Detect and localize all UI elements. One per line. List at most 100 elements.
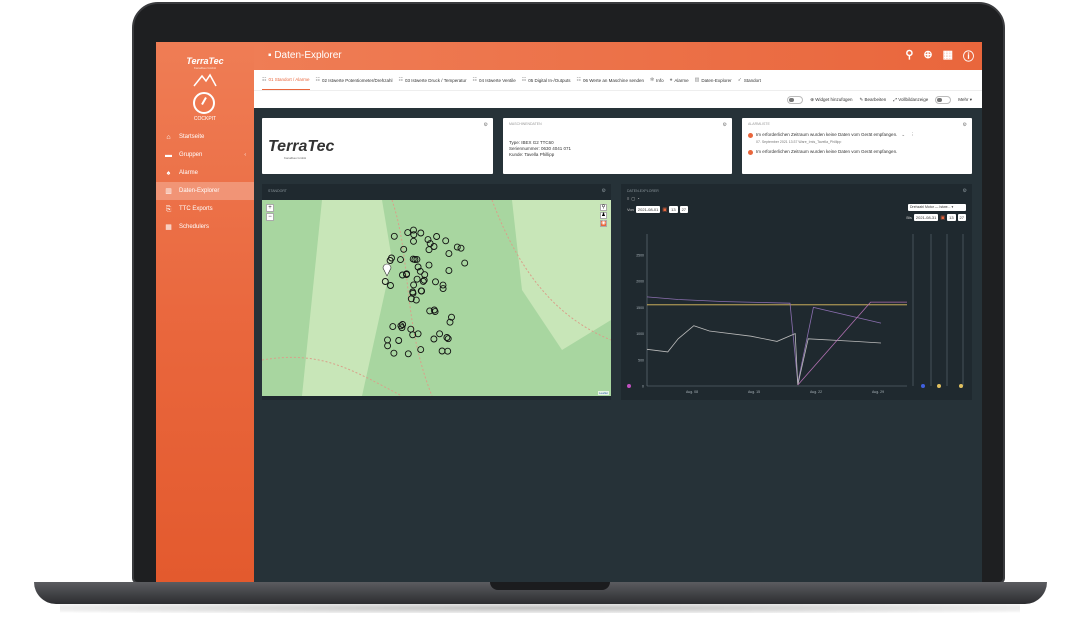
gear-icon[interactable]: ⚙ xyxy=(963,188,967,194)
sidebar-item-alarme[interactable]: ♠ Alarme xyxy=(156,164,254,182)
cockpit-label[interactable]: COCKPIT xyxy=(156,116,254,122)
y-tick-label: 1500 xyxy=(636,306,644,310)
tab-druck-temperatur[interactable]: ☷ 03 Istwerte Druck / Temperatur xyxy=(399,70,467,90)
y-tick-label: 2500 xyxy=(636,253,644,257)
tab-werte-senden[interactable]: ☷ 06 Werte an Maschine senden xyxy=(577,70,644,90)
series-line-2 xyxy=(646,325,882,386)
alarm-item[interactable]: Im erforderlichen Zeitraum wurden keine … xyxy=(742,147,972,157)
alarm-item[interactable]: Im erforderlichen Zeitraum wurden keine … xyxy=(742,130,972,140)
sidebar-logo-subtitle: Kanalbau GmbH xyxy=(193,66,217,70)
bell-icon: ♠ xyxy=(166,169,171,177)
tab-label: 02 Istwerte Potentiometer/Drehzahl xyxy=(322,77,393,83)
from-date-input[interactable]: 2021-08-01 xyxy=(635,206,661,213)
data-explorer-widget: DATEN-EXPLORER ⚙ ≡ ▢ ◔ Von 2021-08-01 ▣ … xyxy=(621,184,972,400)
sidebar-logo[interactable]: TerraTec xyxy=(156,56,254,66)
logo-mark-icon xyxy=(193,73,217,87)
tab-label: Info xyxy=(656,77,664,83)
tab-digital-io[interactable]: ☷ 05 Digital In-/Outputs xyxy=(522,70,571,90)
to-date-input[interactable]: 2021-08-31 xyxy=(913,214,939,221)
tab-label: Standort xyxy=(743,77,761,83)
tab-info[interactable]: ✻ Info xyxy=(650,70,664,90)
edit-mode-toggle[interactable] xyxy=(787,95,804,104)
cockpit-gauge-icon[interactable] xyxy=(193,92,215,114)
location-pin-icon[interactable]: ⚲ xyxy=(600,204,607,211)
to-hour-input[interactable]: 13 xyxy=(947,214,956,221)
app-screen: TerraTec Kanalbau GmbH COCKPIT ⌂ Startse… xyxy=(156,42,982,582)
gear-icon[interactable]: ⚙ xyxy=(963,122,967,128)
fullscreen-button[interactable]: ⤢ Vollbildanzeige xyxy=(893,97,928,102)
chevron-down-icon[interactable]: ⌄ xyxy=(901,132,905,138)
sidebar-item-label: Schedulers xyxy=(179,224,210,230)
line-mode-icon[interactable]: ≡ xyxy=(627,196,629,201)
sidebar-item-label: Alarme xyxy=(179,170,199,176)
fullscreen-label: Vollbildanzeige xyxy=(898,97,929,102)
clock-icon[interactable]: ◔ xyxy=(637,196,639,201)
edit-button[interactable]: ✎ Bearbeiten xyxy=(860,97,887,103)
widget-title: DATEN-EXPLORER xyxy=(627,189,659,193)
map-widget: STANDORT ⚙ + − ⚲ ♟ ◉ Leaflet xyxy=(262,184,611,400)
gear-icon[interactable]: ⚙ xyxy=(602,188,606,194)
x-tick-label: Aug. 29 xyxy=(872,390,884,394)
gear-icon[interactable]: ⚙ xyxy=(484,122,488,128)
tab-label: 03 Istwerte Druck / Temperatur xyxy=(405,77,467,83)
widget-title: ALARMLISTE xyxy=(748,122,770,126)
sidebar-item-gruppen[interactable]: ▬ Gruppen ‹ xyxy=(156,146,254,164)
axis-handle-dot xyxy=(937,384,941,388)
grid-icon: ☷ xyxy=(315,77,320,83)
axis-handle-dot xyxy=(921,384,925,388)
folder-icon: ▬ xyxy=(165,151,172,159)
add-circle-icon[interactable]: ⊕ xyxy=(923,48,932,64)
explorer-chart[interactable]: 0 500 1000 1500 2000 2500 Aug. 08 Aug. 15 Aug. 2… xyxy=(621,226,972,398)
sidebar-item-schedulers[interactable]: ▦ Schedulers xyxy=(156,218,254,236)
tab-standort[interactable]: ➶ Standort xyxy=(738,70,761,90)
zoom-in-button[interactable]: + xyxy=(266,204,274,212)
zoom-out-button[interactable]: − xyxy=(266,213,274,221)
fullscreen-toggle[interactable] xyxy=(935,95,952,104)
add-widget-button[interactable]: ⊕ Widget hinzufügen xyxy=(810,97,852,103)
tab-alarme[interactable]: ♠ Alarme xyxy=(670,70,689,90)
alarm-meta: 07. September 2021 13:37 Ware_Irnis_Tave… xyxy=(756,140,842,144)
calendar-icon[interactable]: ▢ xyxy=(631,196,635,201)
from-label: Von xyxy=(627,207,634,212)
top-bar: ▪ Daten-Explorer ⚲ ⊕ ▦ ⓘ xyxy=(254,42,982,70)
tab-standort-alarme[interactable]: ☷ 01 Standort / Alarme xyxy=(262,70,310,90)
sidebar-item-label: TTC Exports xyxy=(179,206,213,212)
to-minute-input[interactable]: 27 xyxy=(957,214,966,221)
more-vert-icon[interactable]: ⋮ xyxy=(910,132,915,138)
alarm-text: Im erforderlichen Zeitraum wurden keine … xyxy=(756,149,898,154)
person-icon[interactable]: ♟ xyxy=(600,212,607,219)
map-attribution[interactable]: Leaflet xyxy=(597,391,609,395)
tab-potentiometer[interactable]: ☷ 02 Istwerte Potentiometer/Drehzahl xyxy=(316,70,393,90)
sidebar-item-label: Daten-Explorer xyxy=(179,188,220,194)
tab-label: Alarme xyxy=(674,77,689,83)
sidebar-nav: ⌂ Startseite ▬ Gruppen ‹ ♠ Alarme ▥ Date… xyxy=(156,128,254,236)
logo-widget: ⚙ TerraTec Kanalbau GmbH xyxy=(262,118,493,174)
sidebar-item-daten-explorer[interactable]: ▥ Daten-Explorer xyxy=(156,182,254,200)
y-tick-label: 0 xyxy=(642,385,644,389)
tab-ventile[interactable]: ☷ 04 Istwerte Ventile xyxy=(472,70,515,90)
account-icon[interactable]: ⓘ xyxy=(963,48,974,64)
more-menu-button[interactable]: Mehr ▾ xyxy=(958,97,972,103)
alarm-text: Im erforderlichen Zeitraum wurden keine … xyxy=(756,132,898,137)
brand-logo: TerraTec xyxy=(268,138,335,155)
gear-icon[interactable]: ⚙ xyxy=(723,122,727,128)
x-tick-label: Aug. 08 xyxy=(686,390,698,394)
from-hour-input[interactable]: 13 xyxy=(669,206,678,213)
more-label: Mehr xyxy=(958,96,969,102)
search-icon[interactable]: ⚲ xyxy=(905,48,913,64)
sidebar-item-ttc-exports[interactable]: ⎘ TTC Exports xyxy=(156,200,254,218)
from-minute-input[interactable]: 27 xyxy=(679,206,689,213)
series-line-1 xyxy=(646,296,882,383)
laptop-shadow xyxy=(60,603,1020,613)
map-canvas[interactable]: + − ⚲ ♟ ◉ Leaflet xyxy=(262,200,611,396)
tab-daten-explorer[interactable]: ▥ Daten-Explorer xyxy=(695,70,732,90)
sidebar-item-startseite[interactable]: ⌂ Startseite xyxy=(156,128,254,146)
chevron-left-icon: ‹ xyxy=(244,152,246,158)
calendar-icon[interactable]: ▣ xyxy=(940,215,945,221)
target-icon[interactable]: ◉ xyxy=(600,220,607,227)
apps-grid-icon[interactable]: ▦ xyxy=(943,48,953,64)
home-icon: ⌂ xyxy=(166,133,171,141)
calendar-icon[interactable]: ▣ xyxy=(662,207,667,213)
series-select[interactable]: Drehzahl Motor — Istwe... ▾ xyxy=(908,204,966,211)
widget-title: STANDORT xyxy=(268,189,287,193)
